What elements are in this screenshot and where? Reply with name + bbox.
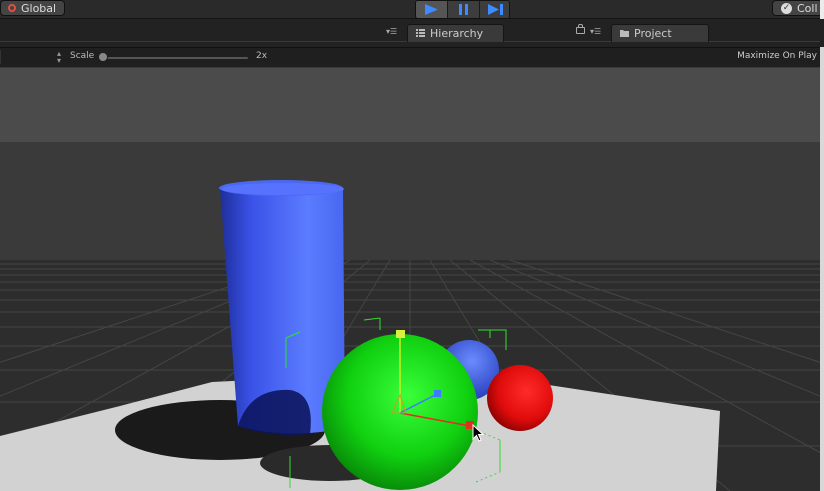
panel-menu-icon[interactable]: ▾☰ [386, 27, 397, 36]
list-icon [416, 29, 425, 37]
tab-hierarchy-label: Hierarchy [430, 27, 484, 40]
panel-menu-icon-2[interactable]: ▾☰ [590, 27, 601, 36]
panel-tab-bar: ▾☰ Hierarchy ▾☰ Project [0, 19, 824, 48]
play-icon [425, 4, 438, 15]
red-sphere[interactable] [487, 365, 553, 431]
game-viewport[interactable] [0, 68, 820, 491]
collab-button[interactable]: ✓ Coll [772, 0, 824, 16]
tab-project-label: Project [634, 27, 672, 40]
updown-icon: ▴ ▾ [57, 49, 62, 65]
window-edge-right [820, 47, 824, 491]
step-button[interactable] [480, 1, 509, 18]
folder-icon [620, 30, 629, 37]
scale-label: Scale [70, 51, 95, 61]
playback-controls [415, 0, 510, 19]
scale-value: 2x [256, 51, 268, 61]
tab-hierarchy[interactable]: Hierarchy [407, 24, 504, 42]
sky [0, 68, 820, 142]
scale-slider-track[interactable] [100, 57, 248, 59]
collab-label: Coll [797, 2, 818, 15]
global-label: Global [21, 2, 57, 15]
game-view-toolbar: ▴ ▾ Scale 2x Maximize On Play [0, 48, 824, 68]
mouse-cursor-icon [472, 424, 485, 442]
scale-slider-thumb[interactable] [98, 52, 108, 62]
pause-icon [459, 4, 468, 15]
horizon-band [0, 142, 820, 260]
main-toolbar: Global ✓ Coll [0, 0, 824, 19]
tab-project[interactable]: Project [611, 24, 709, 42]
maximize-on-play-toggle[interactable]: Maximize On Play [737, 51, 817, 61]
pivot-rotation-toggle[interactable]: Global [0, 0, 65, 16]
global-icon [8, 4, 16, 12]
pause-button[interactable] [448, 1, 480, 18]
gizmo-y-handle[interactable] [396, 330, 405, 338]
check-icon: ✓ [781, 3, 792, 14]
gizmo-z-handle[interactable] [434, 390, 441, 397]
lock-icon[interactable] [576, 24, 585, 34]
step-icon [488, 4, 503, 15]
play-button[interactable] [416, 1, 448, 18]
separator [0, 50, 1, 64]
